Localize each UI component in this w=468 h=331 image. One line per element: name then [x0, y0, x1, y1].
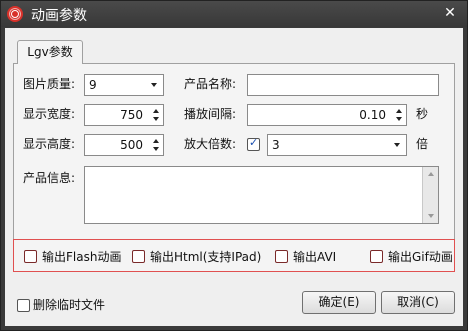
delete-temp-checkbox[interactable]	[17, 299, 30, 312]
height-label: 显示高度:	[23, 137, 76, 151]
output-avi-option[interactable]: 输出AVI	[275, 249, 345, 265]
dialog-body: Lgv参数 图片质量: 9 产品名称: 显示宽度: 750 播放间隔: 0.10…	[5, 28, 463, 326]
tab-panel: 图片质量: 9 产品名称: 显示宽度: 750 播放间隔: 0.10 秒 显示高…	[13, 63, 455, 263]
output-options-group: 输出Flash动画 输出Html(支持IPad) 输出AVI 输出Gif动画	[13, 239, 455, 272]
vertical-scrollbar[interactable]	[422, 167, 438, 223]
delete-temp-label: 删除临时文件	[33, 298, 106, 312]
output-html-checkbox[interactable]	[132, 250, 145, 263]
scroll-down-icon[interactable]	[428, 214, 434, 218]
info-value	[85, 167, 438, 171]
ok-button[interactable]: 确定(E)	[302, 291, 376, 314]
interval-label: 播放间隔:	[184, 107, 237, 121]
spin-arrows-icon[interactable]	[394, 107, 404, 123]
spin-arrows-icon[interactable]	[151, 107, 161, 123]
spin-arrows-icon[interactable]	[151, 137, 161, 153]
zoom-label: 放大倍数:	[184, 137, 237, 151]
width-label: 显示宽度:	[23, 107, 76, 121]
output-flash-checkbox[interactable]	[24, 250, 37, 263]
product-name-label: 产品名称:	[184, 77, 237, 91]
chevron-down-icon	[151, 83, 157, 87]
output-html-label: 输出Html(支持IPad)	[150, 250, 262, 264]
product-name-input[interactable]	[247, 74, 439, 96]
quality-value: 9	[89, 78, 97, 92]
chevron-down-icon	[394, 143, 400, 147]
interval-unit: 秒	[416, 107, 429, 121]
tab-lgv-params[interactable]: Lgv参数	[17, 40, 83, 64]
interval-stepper[interactable]: 0.10	[247, 104, 407, 126]
output-gif-checkbox[interactable]	[370, 250, 383, 263]
zoom-checkbox[interactable]	[247, 136, 260, 151]
quality-select[interactable]: 9	[84, 74, 164, 96]
output-html-option[interactable]: 输出Html(支持IPad)	[132, 249, 262, 265]
scroll-up-icon[interactable]	[428, 172, 434, 176]
zoom-unit: 倍	[416, 137, 429, 151]
info-textarea[interactable]	[84, 166, 439, 224]
output-avi-checkbox[interactable]	[275, 250, 288, 263]
output-flash-label: 输出Flash动画	[42, 250, 122, 264]
interval-value: 0.10	[359, 108, 386, 122]
output-avi-label: 输出AVI	[293, 250, 337, 264]
quality-label: 图片质量:	[23, 77, 76, 91]
close-button[interactable]: ✕	[441, 4, 459, 22]
output-flash-option[interactable]: 输出Flash动画	[24, 249, 134, 265]
app-logo-icon	[7, 6, 23, 22]
cancel-button[interactable]: 取消(C)	[381, 291, 455, 314]
zoom-value: 3	[272, 138, 280, 152]
dialog-window: 动画参数 ✕ Lgv参数 图片质量: 9 产品名称: 显示宽度: 750 播放间…	[0, 0, 468, 331]
width-stepper[interactable]: 750	[84, 104, 164, 126]
zoom-select[interactable]: 3	[267, 134, 407, 156]
title-bar[interactable]: 动画参数 ✕	[1, 1, 467, 27]
output-gif-option[interactable]: 输出Gif动画	[370, 249, 453, 265]
height-value: 500	[120, 138, 143, 152]
height-stepper[interactable]: 500	[84, 134, 164, 156]
window-title: 动画参数	[31, 8, 87, 24]
info-label: 产品信息:	[23, 171, 76, 185]
output-gif-label: 输出Gif动画	[388, 250, 453, 264]
width-value: 750	[120, 108, 143, 122]
